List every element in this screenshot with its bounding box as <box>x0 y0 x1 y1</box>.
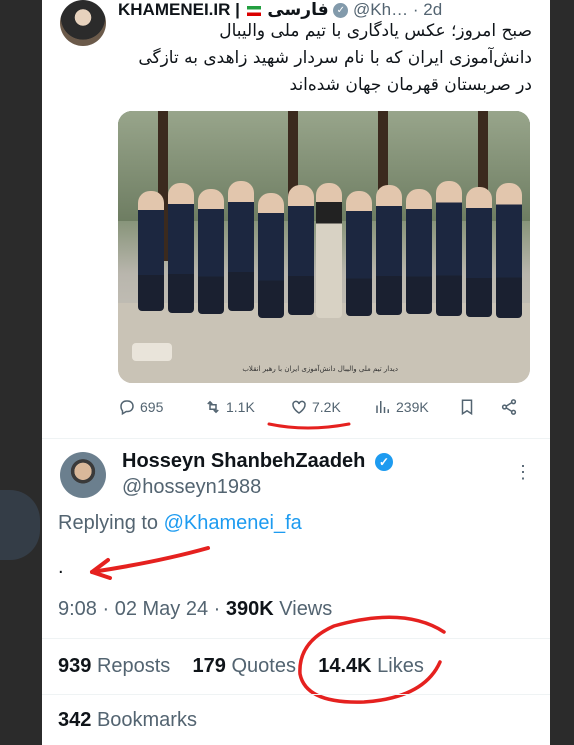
background-blur-shape <box>0 490 40 560</box>
reply-author-name-row: Hosseyn ShanbehZaadeh ✓ <box>122 450 393 473</box>
photo-person <box>138 191 164 311</box>
views-action[interactable]: 239K <box>374 398 429 416</box>
photo-person <box>228 181 254 311</box>
share-icon <box>501 399 517 415</box>
tweet-text: صبح امروز؛ عکس یادگاری با تیم ملی والیبا… <box>112 18 532 99</box>
reply-views-label: Views <box>279 598 333 620</box>
photo-person <box>288 185 314 315</box>
tweet-age[interactable]: 2d <box>423 0 442 19</box>
more-icon[interactable]: ⋮ <box>514 462 532 483</box>
tweet-text-line: صبح امروز؛ عکس یادگاری با تیم ملی والیبا… <box>219 21 532 41</box>
reply-icon <box>120 400 134 416</box>
reply-author-handle[interactable]: @hosseyn1988 <box>122 476 261 499</box>
photo-person <box>436 181 462 316</box>
tweet-photo[interactable]: دیدار تیم ملی والیبال دانش‌آموزی ایران ب… <box>118 111 530 383</box>
iran-flag-icon <box>246 5 261 16</box>
repost-action[interactable]: 1.1K <box>204 398 255 416</box>
photo-person <box>258 193 284 318</box>
repost-icon <box>207 400 219 414</box>
photo-person <box>198 189 224 314</box>
reply-views-count: 390K <box>225 598 274 620</box>
bookmarks-stat[interactable]: 342 Bookmarks <box>58 709 197 732</box>
reposts-stat[interactable]: 939 Reposts <box>58 655 170 677</box>
quotes-stat[interactable]: 179 Quotes <box>193 655 296 677</box>
photo-person <box>496 183 522 318</box>
verified-icon: ✓ <box>374 452 393 471</box>
reply-body: . <box>58 556 64 578</box>
reposts-count: 939 <box>58 655 92 677</box>
background-right-panel <box>550 0 574 745</box>
bookmarks-count: 342 <box>58 709 92 731</box>
reposts-label: Reposts <box>96 655 171 677</box>
reply-author-name[interactable]: Hosseyn ShanbehZaadeh <box>122 450 365 472</box>
photo-person <box>466 187 492 317</box>
background-left-panel <box>0 0 42 745</box>
like-count: 7.2K <box>312 399 341 415</box>
photo-person-center <box>316 183 342 318</box>
quotes-count: 179 <box>192 655 226 677</box>
reply-stats: 939 Reposts 179 Quotes 14.4K Likes <box>58 655 424 678</box>
views-icon <box>376 401 389 413</box>
tweet-card: KHAMENEI.IR | فارسی ✓ @Kh… · 2d صبح امرو… <box>42 0 550 745</box>
reply-date[interactable]: 02 May 24 <box>115 598 208 620</box>
reply-author-avatar[interactable] <box>60 452 106 498</box>
like-action[interactable]: 7.2K <box>290 398 341 416</box>
reply-meta: 9:08 · 02 May 24 · 390K Views <box>58 598 333 620</box>
photo-person <box>376 185 402 315</box>
tweet-text-line: دانش‌آموزی ایران که با نام سردار شهید زا… <box>138 48 532 68</box>
red-arrow-annotation <box>90 546 210 580</box>
bookmarks-label: Bookmarks <box>96 709 197 731</box>
reply-action[interactable]: 695 <box>118 398 163 416</box>
replying-to-line: Replying to @Khamenei_fa <box>58 512 302 535</box>
reply-count: 695 <box>140 399 164 415</box>
views-count: 239K <box>396 399 429 415</box>
author-handle[interactable]: @Kh… <box>353 0 408 19</box>
divider <box>42 638 550 639</box>
share-action[interactable] <box>500 398 518 416</box>
tweet-header: KHAMENEI.IR | فارسی ✓ @Kh… · 2d <box>118 0 443 20</box>
photo-person <box>406 189 432 314</box>
bookmark-action[interactable] <box>458 398 476 416</box>
photo-person <box>168 183 194 313</box>
likes-stat[interactable]: 14.4K Likes <box>318 655 424 677</box>
author-avatar[interactable] <box>60 0 106 46</box>
verified-gray-icon: ✓ <box>333 3 349 19</box>
author-suffix: فارسی <box>267 0 329 20</box>
photo-caption: دیدار تیم ملی والیبال دانش‌آموزی ایران ب… <box>242 365 398 373</box>
divider <box>42 694 550 695</box>
photo-person <box>346 191 372 316</box>
likes-label: Likes <box>377 655 424 677</box>
replying-to-link[interactable]: @Khamenei_fa <box>164 512 302 534</box>
repost-count: 1.1K <box>226 399 255 415</box>
author-name[interactable]: KHAMENEI.IR <box>118 0 230 19</box>
bookmark-icon <box>461 399 473 416</box>
reply-time[interactable]: 9:08 <box>58 598 97 620</box>
tweet-actions-bar: 695 1.1K 7.2K 239K <box>118 398 530 422</box>
likes-count: 14.4K <box>318 655 372 677</box>
heart-icon <box>292 400 306 414</box>
photo-watermark-logo <box>132 343 172 361</box>
replying-prefix: Replying to <box>58 512 159 534</box>
quotes-label: Quotes <box>231 655 296 677</box>
separator: · <box>412 0 419 19</box>
tweet-text-line: در صربستان قهرمان جهان شده‌اند <box>289 75 532 95</box>
divider <box>42 438 550 439</box>
